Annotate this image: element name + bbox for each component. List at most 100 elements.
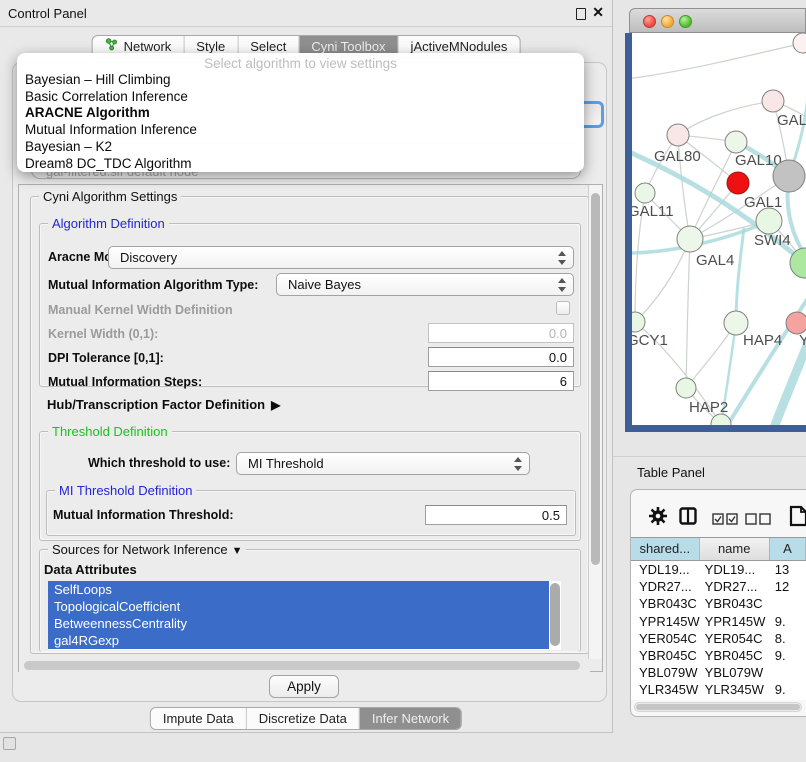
network-node[interactable] xyxy=(725,131,747,153)
hub-definition-label: Hub/Transcription Factor Definition xyxy=(47,397,265,412)
threshold-definition-title: Threshold Definition xyxy=(48,424,172,439)
algorithm-option[interactable]: Mutual Information Inference xyxy=(17,122,584,139)
column-header-partial[interactable]: A xyxy=(770,538,806,560)
cell-value: 9 xyxy=(770,699,806,701)
network-node-label: GAL80 xyxy=(654,148,701,165)
algorithm-option[interactable]: Bayesian – Hill Climbing xyxy=(17,72,584,89)
mi-threshold-group-title: MI Threshold Definition xyxy=(55,483,196,498)
expand-right-icon: ▶ xyxy=(271,398,280,412)
cell-shared-name: YLR345W xyxy=(631,681,700,698)
float-window-icon[interactable] xyxy=(576,8,586,20)
table-row[interactable]: YBR043C YBR043C xyxy=(631,595,806,612)
hub-definition-toggle[interactable]: Hub/Transcription Factor Definition ▶ xyxy=(47,397,280,412)
gear-icon[interactable] xyxy=(648,506,668,531)
kernel-width-value: 0.0 xyxy=(549,324,567,343)
bottom-tab-label: Infer Network xyxy=(372,708,449,729)
network-node[interactable] xyxy=(773,160,805,192)
unchecked-columns-icon[interactable] xyxy=(745,512,771,530)
control-panel-title: Control Panel xyxy=(8,0,87,27)
network-node[interactable] xyxy=(667,124,689,146)
cell-shared-name: YIL052C xyxy=(631,699,700,701)
network-node[interactable] xyxy=(762,90,784,112)
cell-shared-name: YPR145W xyxy=(631,613,700,630)
table-row[interactable]: YIL052C YIL052C 9 xyxy=(631,699,806,701)
dock-handle-icon[interactable] xyxy=(3,737,16,750)
table-row[interactable]: YBL079W YBL079W xyxy=(631,664,806,681)
data-attribute-item[interactable]: SelfLoops xyxy=(48,581,549,598)
aracne-mode-select[interactable]: Discovery xyxy=(108,246,574,269)
network-node[interactable] xyxy=(786,312,806,334)
bottom-tab[interactable]: Impute Data xyxy=(151,708,246,729)
network-node[interactable] xyxy=(756,208,782,234)
cell-value: 9. xyxy=(770,613,806,630)
which-threshold-value: MI Threshold xyxy=(248,453,324,474)
network-node[interactable] xyxy=(635,183,655,203)
sources-group-title[interactable]: Sources for Network Inference▼ xyxy=(48,542,246,557)
table-panel-title: Table Panel xyxy=(637,465,705,480)
cell-name: YDR27... xyxy=(700,578,770,595)
cell-shared-name: YDR27... xyxy=(631,578,700,595)
manual-kernel-label: Manual Kernel Width Definition xyxy=(48,303,233,317)
table-row[interactable]: YBR045C YBR045C 9. xyxy=(631,647,806,664)
network-node[interactable] xyxy=(677,226,703,252)
table-row[interactable]: YDL19... YDL19... 13 xyxy=(631,561,806,578)
table-row[interactable]: YLR345W YLR345W 9. xyxy=(631,681,806,698)
table-row[interactable]: YER054C YER054C 8. xyxy=(631,630,806,647)
column-header-name[interactable]: name xyxy=(700,538,770,560)
network-node-label: HAP2 xyxy=(689,399,728,416)
mi-algorithm-type-value: Naive Bayes xyxy=(288,274,361,295)
table-row[interactable]: YDR27... YDR27... 12 xyxy=(631,578,806,595)
scrollbar-thumb[interactable] xyxy=(591,193,600,565)
close-traffic-light[interactable] xyxy=(643,15,656,28)
algorithm-option[interactable]: Basic Correlation Inference xyxy=(17,89,584,106)
scrollbar-thumb[interactable] xyxy=(636,704,800,710)
algorithm-option[interactable]: Bayesian – K2 xyxy=(17,139,584,156)
table-horizontal-scrollbar[interactable] xyxy=(634,702,802,712)
list-scrollbar-thumb[interactable] xyxy=(550,583,560,646)
cell-value xyxy=(770,595,806,612)
panel-separator xyxy=(613,456,806,457)
data-attribute-item[interactable]: TopologicalCoefficient xyxy=(48,598,549,615)
network-node-label: Y xyxy=(799,332,806,349)
which-threshold-select[interactable]: MI Threshold xyxy=(236,452,530,475)
settings-vertical-scrollbar[interactable] xyxy=(588,185,602,659)
algorithm-option[interactable]: ARACNE Algorithm xyxy=(17,105,584,122)
network-node[interactable] xyxy=(727,172,749,194)
cell-value: 9. xyxy=(770,681,806,698)
close-icon[interactable]: ✕ xyxy=(592,4,604,21)
network-node-label: GAL11 xyxy=(632,203,674,220)
cell-name: YBR043C xyxy=(700,595,770,612)
zoom-traffic-light[interactable] xyxy=(679,15,692,28)
threshold-definition-group: Threshold Definition Which threshold to … xyxy=(39,431,581,541)
mi-threshold-group: MI Threshold Definition Mutual Informati… xyxy=(46,490,576,536)
export-table-icon[interactable] xyxy=(789,505,806,532)
checked-columns-icon[interactable] xyxy=(712,512,738,530)
kernel-width-input[interactable]: 0.0 xyxy=(428,323,574,343)
minimize-traffic-light[interactable] xyxy=(661,15,674,28)
mi-threshold-input[interactable]: 0.5 xyxy=(425,505,567,525)
network-node[interactable] xyxy=(793,33,806,53)
table-row[interactable]: YPR145W YPR145W 9. xyxy=(631,613,806,630)
network-node-label: GAL10 xyxy=(735,152,782,169)
network-window-titlebar[interactable] xyxy=(629,8,806,33)
cell-name: YIL052C xyxy=(700,699,770,701)
settings-scrollpane: Cyni Algorithm Settings Algorithm Defini… xyxy=(18,184,603,672)
data-attribute-item[interactable]: gal4RGexp xyxy=(48,632,549,649)
network-node[interactable] xyxy=(676,378,696,398)
data-attribute-item[interactable]: BetweennessCentrality xyxy=(48,615,549,632)
cell-shared-name: YBL079W xyxy=(631,664,700,681)
algorithm-option[interactable]: Dream8 DC_TDC Algorithm xyxy=(17,156,584,173)
dpi-tolerance-input[interactable]: 0.0 xyxy=(428,347,574,367)
apply-button[interactable]: Apply xyxy=(269,675,339,698)
bottom-tab[interactable]: Infer Network xyxy=(359,708,461,729)
mi-algorithm-type-select[interactable]: Naive Bayes xyxy=(276,273,574,296)
manual-kernel-checkbox[interactable] xyxy=(556,301,570,315)
bottom-tab[interactable]: Discretize Data xyxy=(246,708,359,729)
settings-horizontal-scrollbar[interactable] xyxy=(19,659,590,673)
column-header-shared-name[interactable]: shared... xyxy=(631,538,700,560)
network-canvas[interactable]: GALGAL80GAL10GAL11GAL1SWI4GAL4GCY1HAP4YH… xyxy=(632,33,806,425)
column-view-icon[interactable] xyxy=(679,507,697,530)
scrollbar-thumb[interactable] xyxy=(24,661,580,670)
cell-name: YDL19... xyxy=(700,561,770,578)
mi-steps-input[interactable]: 6 xyxy=(428,371,574,391)
